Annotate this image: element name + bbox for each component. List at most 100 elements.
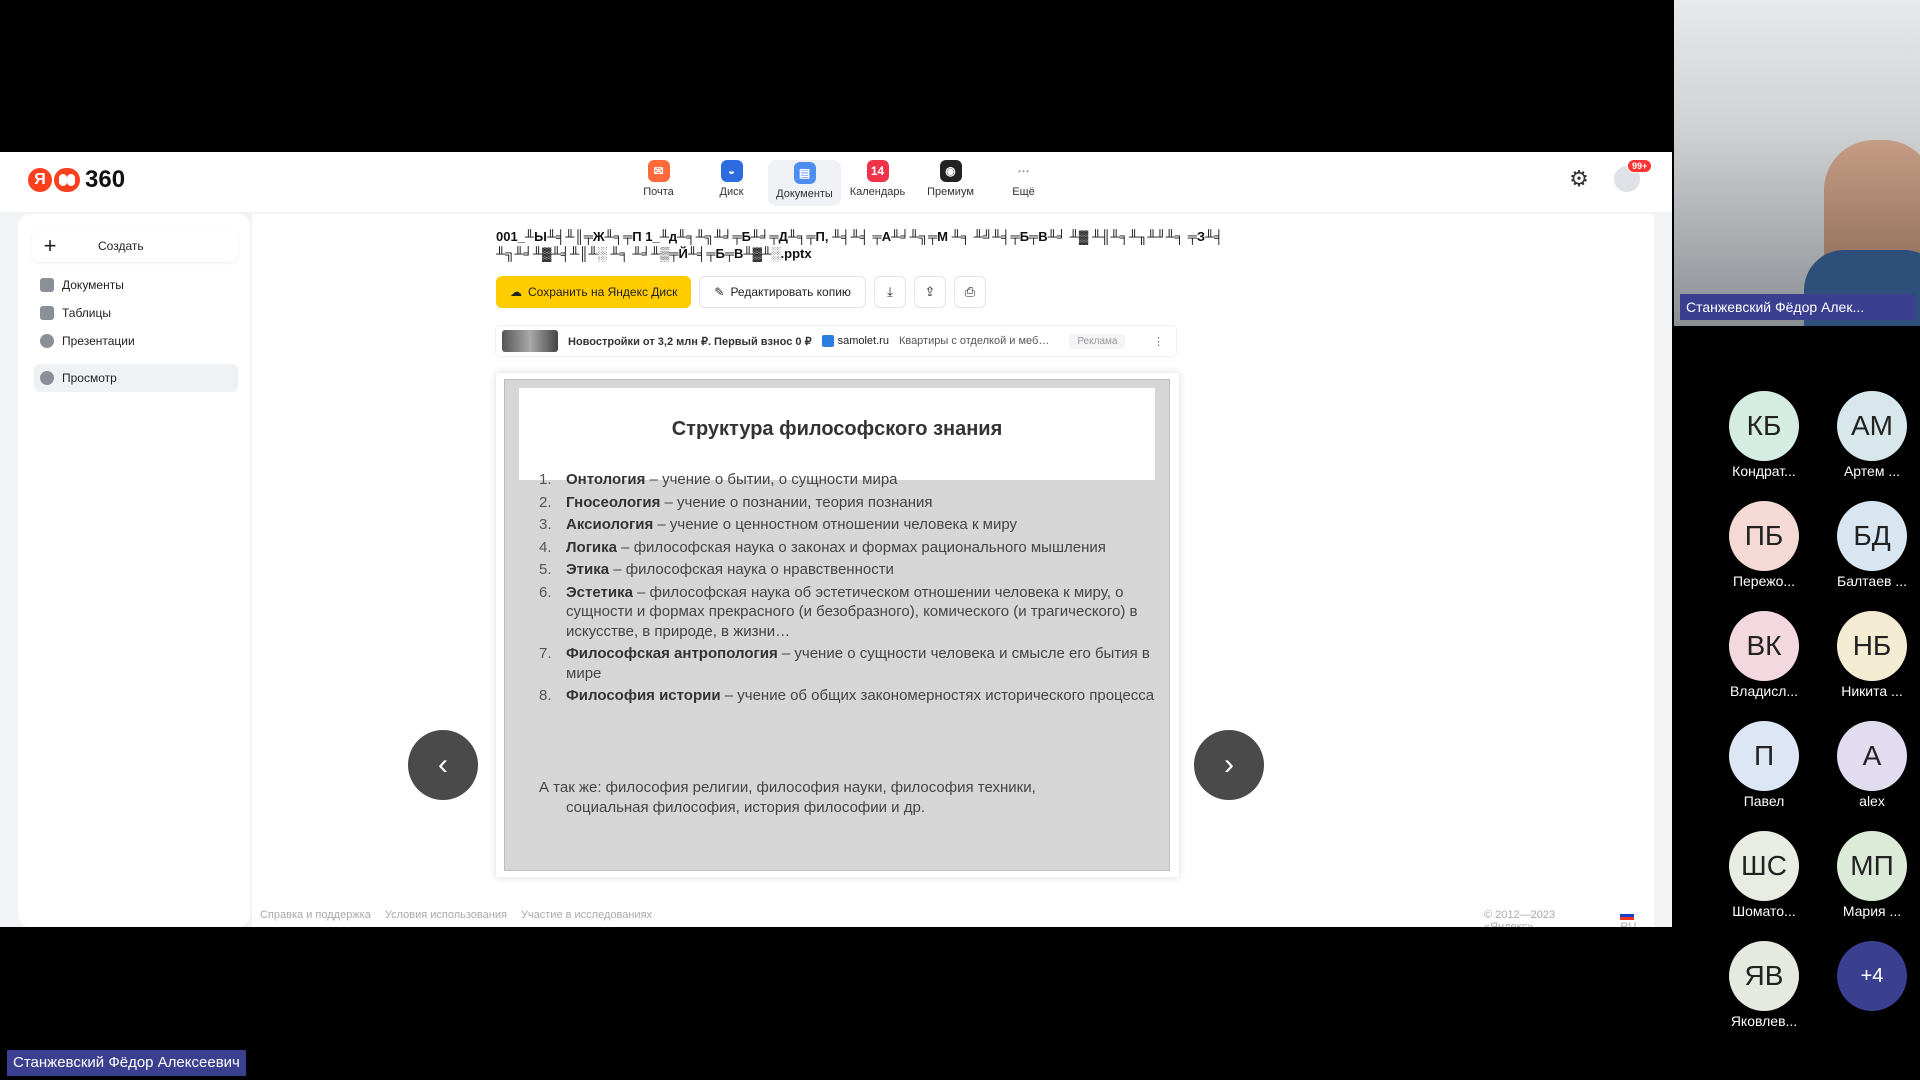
ad-tag: Реклама: [1069, 333, 1126, 349]
service-label: Ещё: [1012, 186, 1035, 198]
participant-avatar: БД: [1837, 501, 1907, 571]
footer-link-research[interactable]: Участие в исследованиях: [521, 909, 652, 921]
footer-link-help[interactable]: Справка и поддержка: [260, 909, 371, 921]
service-premium[interactable]: ◉ Премиум: [914, 160, 987, 206]
item-number: 3.: [539, 516, 552, 533]
ad-site-icon: [821, 335, 834, 347]
item-number: 1.: [539, 471, 552, 488]
participant-name: Шомато...: [1732, 903, 1796, 919]
participant-avatar: ВК: [1729, 611, 1799, 681]
next-slide-button[interactable]: ›: [1194, 730, 1264, 800]
slide-list-item: 5. Этика – философская наука о нравственн…: [539, 560, 1161, 580]
item-number: 7.: [539, 645, 552, 662]
item-term: Этика: [566, 561, 610, 578]
sidebar-item-view[interactable]: Просмотр: [34, 364, 238, 392]
mail-icon: ✉: [647, 160, 670, 182]
item-text: – философская наука об эстетическом отно…: [566, 583, 1138, 640]
item-body: Аксиология – учение о ценностном отношен…: [566, 515, 1017, 535]
service-mail[interactable]: ✉ Почта: [622, 160, 695, 206]
service-more[interactable]: ⋯ Ещё: [987, 160, 1060, 206]
item-text: – учение о познании, теория познания: [660, 493, 933, 511]
printer-icon: ⎙: [964, 284, 976, 299]
item-term: Философия истории: [566, 687, 721, 704]
sidebar-item-label: Документы: [62, 278, 124, 292]
copyright: © 2012—2023 «Яндекс»: [1484, 909, 1556, 927]
disk-icon: ◒: [720, 160, 743, 182]
item-term: Философская антропология: [566, 645, 778, 662]
participant-avatar: НБ: [1837, 611, 1907, 681]
calendar-icon: 14: [866, 160, 889, 182]
service-label: Премиум: [927, 186, 974, 198]
participant-tile[interactable]: ВК Владисл...: [1716, 611, 1812, 699]
item-body: Философия истории – учение об общих зако…: [566, 686, 1154, 706]
more-participants-button[interactable]: +4: [1824, 941, 1920, 1011]
speaker-name: Станжевский Фёдор Алек...: [1680, 294, 1916, 320]
print-button[interactable]: ⎙: [953, 276, 986, 308]
participant-tile[interactable]: Аalex: [1824, 721, 1920, 809]
sidebar-item-tables[interactable]: Таблицы: [34, 300, 238, 326]
participant-avatar: МП: [1837, 831, 1907, 901]
pencil-icon: ✎: [714, 285, 725, 299]
item-term: Гносеология: [566, 493, 661, 511]
sidebar-item-documents[interactable]: Документы: [34, 272, 238, 298]
ad-image: [502, 330, 558, 352]
item-text: – философская наука о законах и формах р…: [617, 538, 1106, 556]
participant-name: Артем ...: [1843, 463, 1901, 479]
participant-tile[interactable]: НБ Никита ...: [1824, 611, 1920, 699]
slide-list-item: 2. Гносеология – учение о познании, теори…: [539, 493, 1161, 513]
language-switch[interactable]: RU: [1620, 909, 1654, 927]
participants-panel: Станжевский Фёдор Алек... КБ Кондрат... АМ…: [1672, 0, 1920, 1080]
participant-name: Мария ...: [1842, 903, 1902, 919]
footer-link-terms[interactable]: Условия использования: [385, 909, 507, 921]
participant-name: Балтаев ...: [1837, 573, 1907, 589]
service-calendar[interactable]: 14 Календарь: [841, 160, 914, 206]
speaker-video[interactable]: Станжевский Фёдор Алек...: [1674, 0, 1920, 326]
participant-avatar: ПБ: [1729, 501, 1799, 571]
participant-avatar: АМ: [1837, 391, 1907, 461]
create-label: Создать: [98, 239, 144, 253]
participant-tile[interactable]: ЯВ Яковлев...: [1716, 941, 1812, 1029]
logo-360-text: 360: [85, 166, 126, 193]
item-number: 4.: [539, 538, 552, 556]
participant-tile[interactable]: КБ Кондрат...: [1716, 391, 1812, 479]
participant-name: Владисл...: [1729, 683, 1799, 699]
screen-share-owner: Станжевский Фёдор Алексеевич: [7, 1050, 246, 1076]
service-nav: ✉ Почта ◒ Диск ▤ Документы 14 Календарь ◉ Премиум…: [622, 160, 1060, 206]
more-vertical-icon[interactable]: ⋮: [1153, 335, 1164, 348]
item-body: Онтология – учение о бытии, о сущности м…: [566, 470, 898, 490]
participant-tile[interactable]: МП Мария ...: [1824, 831, 1920, 919]
sidebar-item-presentations[interactable]: Презентации: [34, 328, 238, 354]
item-body: Философская антропология – учение о сущн…: [566, 644, 1161, 683]
share-button[interactable]: ⇪: [913, 276, 946, 308]
item-body: Логика – философская наука о законах и ф…: [566, 538, 1106, 558]
yandex-360-logo[interactable]: Я 360: [28, 166, 125, 194]
chevron-right-icon: ›: [1224, 748, 1234, 781]
participant-tile[interactable]: БД Балтаев ...: [1824, 501, 1920, 589]
participant-tile[interactable]: ПБ Пережо...: [1716, 501, 1812, 589]
participant-name: Павел: [1743, 793, 1785, 809]
shared-screen: Я 360 ✉ Почта ◒ Диск ▤ Документы 14 Календарь ◉ П…: [0, 152, 1672, 927]
item-number: 2.: [539, 493, 552, 511]
gear-icon[interactable]: ⚙: [1568, 168, 1590, 190]
document-title: 001_╨Ы╨╡╨║╤Ж╨╕╤П 1_╨д╨╕╨╗╨╛╤Б╨╛╤Д╨╕╤П, ╨…: [496, 229, 1224, 261]
participant-tile[interactable]: АМ Артем ...: [1824, 391, 1920, 479]
sidebar-item-label: Просмотр: [62, 371, 117, 385]
participant-name: Яковлев...: [1730, 1013, 1798, 1029]
save-to-disk-button[interactable]: ☁ Сохранить на Яндекс Диск: [496, 276, 692, 308]
ad-banner[interactable]: Новостройки от 3,2 млн ₽. Первый взнос 0…: [496, 326, 1176, 356]
prev-slide-button[interactable]: ‹: [408, 730, 478, 800]
participant-tile[interactable]: ШС Шомато...: [1716, 831, 1812, 919]
service-documents[interactable]: ▤ Документы: [768, 160, 841, 206]
ad-title: Новостройки от 3,2 млн ₽. Первый взнос 0…: [568, 335, 812, 348]
service-disk[interactable]: ◒ Диск: [695, 160, 768, 206]
slide-list-item: 8. Философия истории – учение об общих за…: [539, 686, 1161, 706]
edit-copy-button[interactable]: ✎ Редактировать копию: [699, 276, 866, 308]
create-button[interactable]: + Создать: [32, 230, 238, 262]
logo-ya: Я: [28, 168, 52, 192]
language-label: RU: [1620, 921, 1637, 927]
participant-tile[interactable]: П Павел: [1716, 721, 1812, 809]
download-button[interactable]: ⤓: [873, 276, 906, 308]
save-label: Сохранить на Яндекс Диск: [528, 285, 678, 299]
item-text: – философская наука о нравственности: [609, 561, 894, 578]
item-body: Гносеология – учение о познании, теория …: [566, 493, 933, 513]
